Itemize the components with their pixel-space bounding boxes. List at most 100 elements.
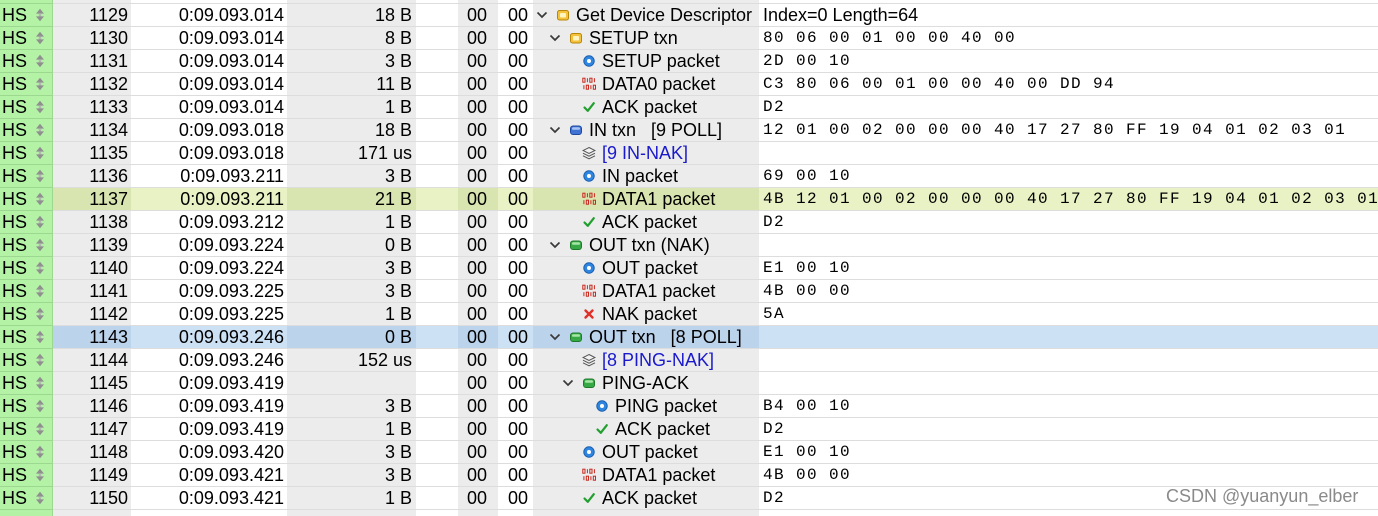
record-cell: PING-ACK (533, 372, 759, 395)
expand-chevron-icon[interactable] (561, 376, 575, 390)
updown-arrows-icon (35, 31, 45, 45)
table-row[interactable]: HS 1135 0:09.093.018 171 us 00 00 [9 IN-NAK] (0, 142, 1378, 165)
table-row[interactable]: HS 1137 0:09.093.211 21 B 00 00 DATA1 packet 4B… (0, 188, 1378, 211)
table-row[interactable]: HS 1148 0:09.093.420 3 B 00 00 OUT packet E1 00… (0, 441, 1378, 464)
updown-arrows-icon (35, 307, 45, 321)
table-row[interactable]: HS 1136 0:09.093.211 3 B 00 00 IN packet 69 00 … (0, 165, 1378, 188)
length-cell: 8 B (287, 27, 416, 50)
length-cell: 21 B (287, 188, 416, 211)
device-cell: 00 (458, 280, 498, 303)
check-icon (582, 215, 596, 229)
expand-chevron-icon[interactable] (548, 123, 562, 137)
record-link[interactable]: [8 PING-NAK] (602, 349, 714, 371)
endpoint-cell: 00 (498, 395, 533, 418)
out-txn-icon (582, 376, 596, 390)
table-row[interactable]: HS 1142 0:09.093.225 1 B 00 00 NAK packet 5A (0, 303, 1378, 326)
table-row[interactable]: HS 1149 0:09.093.421 3 B 00 00 DATA1 packet 4B … (0, 464, 1378, 487)
device-cell: 00 (458, 27, 498, 50)
table-row[interactable]: HS 1145 0:09.093.419 00 00 PING-ACK (0, 372, 1378, 395)
endpoint-cell: 00 (498, 326, 533, 349)
time-cell: 0:09.093.420 (131, 441, 287, 464)
endpoint-cell: 00 (498, 27, 533, 50)
token-icon (582, 169, 596, 183)
table-row[interactable]: HS 1139 0:09.093.224 0 B 00 00 OUT txn (NAK) (0, 234, 1378, 257)
table-row[interactable]: HS 1130 0:09.093.014 8 B 00 00 SETUP txn 80 06 … (0, 27, 1378, 50)
speed-cell: HS (0, 372, 53, 395)
expand-chevron-icon[interactable] (548, 31, 562, 45)
cross-icon (582, 307, 596, 321)
table-row[interactable]: HS 1141 0:09.093.225 3 B 00 00 DATA1 packet 4B … (0, 280, 1378, 303)
endpoint-cell: 00 (498, 4, 533, 27)
updown-arrows-icon (35, 353, 45, 367)
table-row[interactable]: HS 1131 0:09.093.014 3 B 00 00 SETUP packet 2D … (0, 50, 1378, 73)
updown-arrows-icon (35, 376, 45, 390)
endpoint-cell: 00 (498, 96, 533, 119)
data-cell (759, 349, 1378, 372)
length-cell: 3 B (287, 441, 416, 464)
table-row[interactable]: HS 1140 0:09.093.224 3 B 00 00 OUT packet E1 00… (0, 257, 1378, 280)
table-row[interactable]: HS 1129 0:09.093.014 18 B 00 00 Get Device Des… (0, 4, 1378, 27)
time-cell: 0:09.093.014 (131, 73, 287, 96)
endpoint-cell: 00 (498, 372, 533, 395)
table-row[interactable]: HS 1143 0:09.093.246 0 B 00 00 OUT txn [8 POLL… (0, 326, 1378, 349)
record-cell: OUT packet (533, 257, 759, 280)
index-cell: 1138 (53, 211, 131, 234)
length-cell: 1 B (287, 418, 416, 441)
index-cell: 1133 (53, 96, 131, 119)
record-cell: SETUP txn (533, 27, 759, 50)
length-cell: 3 B (287, 464, 416, 487)
partial-row-cell (458, 510, 498, 516)
speed-label: HS (2, 235, 28, 255)
data-cell: 69 00 10 (759, 165, 1378, 188)
table-row[interactable]: HS 1133 0:09.093.014 1 B 00 00 ACK packet D2 (0, 96, 1378, 119)
record-cell: OUT txn [8 POLL] (533, 326, 759, 349)
index-cell: 1137 (53, 188, 131, 211)
speed-label: HS (2, 51, 28, 71)
watermark: CSDN @yuanyun_elber (1166, 486, 1359, 506)
table-row[interactable]: HS 1144 0:09.093.246 152 us 00 00 [8 PING-NAK] (0, 349, 1378, 372)
index-cell: 1140 (53, 257, 131, 280)
record-cell: Get Device Descriptor (533, 4, 759, 27)
expand-chevron-icon[interactable] (548, 330, 562, 344)
length-cell: 3 B (287, 257, 416, 280)
index-cell: 1150 (53, 487, 131, 510)
speed-label: HS (2, 281, 28, 301)
record-cell: DATA0 packet (533, 73, 759, 96)
error-cell (416, 211, 458, 234)
updown-arrows-icon (35, 77, 45, 91)
record-link[interactable]: [9 IN-NAK] (602, 142, 688, 164)
index-cell: 1136 (53, 165, 131, 188)
speed-label: HS (2, 120, 28, 140)
record-cell: IN packet (533, 165, 759, 188)
index-cell: 1132 (53, 73, 131, 96)
speed-label: HS (2, 258, 28, 278)
partial-row-cell (287, 510, 416, 516)
table-row[interactable]: HS 1132 0:09.093.014 11 B 00 00 DATA0 packet C3… (0, 73, 1378, 96)
speed-cell: HS (0, 349, 53, 372)
time-cell: 0:09.093.419 (131, 418, 287, 441)
data-icon (582, 192, 596, 206)
error-cell (416, 418, 458, 441)
table-row[interactable]: HS 1147 0:09.093.419 1 B 00 00 ACK packet D2 (0, 418, 1378, 441)
expand-chevron-icon[interactable] (535, 8, 549, 22)
expand-chevron-icon[interactable] (548, 238, 562, 252)
endpoint-cell: 00 (498, 257, 533, 280)
device-cell: 00 (458, 4, 498, 27)
length-cell (287, 372, 416, 395)
partial-row-cell (53, 510, 131, 516)
table-row[interactable]: HS 1134 0:09.093.018 18 B 00 00 IN txn [9 POLL… (0, 119, 1378, 142)
speed-cell: HS (0, 464, 53, 487)
length-cell: 3 B (287, 165, 416, 188)
index-cell: 1139 (53, 234, 131, 257)
time-cell: 0:09.093.211 (131, 188, 287, 211)
table-row[interactable]: HS 1138 0:09.093.212 1 B 00 00 ACK packet D2 (0, 211, 1378, 234)
data-cell: 12 01 00 02 00 00 00 40 17 27 80 FF 19 0… (759, 119, 1378, 142)
record-label: PING packet (615, 396, 718, 416)
device-cell: 00 (458, 142, 498, 165)
table-row[interactable]: HS 1146 0:09.093.419 3 B 00 00 PING packet B4 0… (0, 395, 1378, 418)
capture-table[interactable]: HS 1129 0:09.093.014 18 B 00 00 Get Device Des… (0, 0, 1378, 516)
